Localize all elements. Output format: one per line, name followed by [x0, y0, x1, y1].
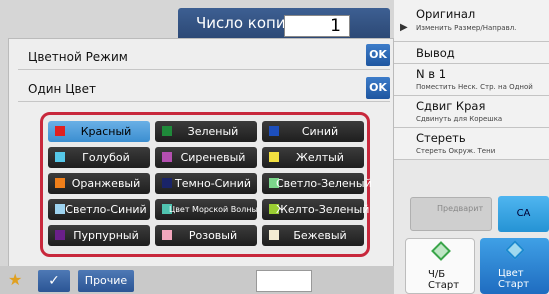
color-label: Синий	[301, 125, 339, 138]
single-color-row: Один Цвет	[18, 76, 390, 102]
color-label: Светло-Зеленый	[276, 177, 372, 190]
start-color-button[interactable]: Цвет Старт	[480, 238, 549, 294]
color-button-lilac[interactable]: Сиреневый	[155, 147, 257, 168]
copies-field[interactable]: 1	[284, 15, 350, 37]
right-item-erase[interactable]: Стереть Стереть Окруж. Тени	[394, 128, 549, 160]
color-label: Темно-Синий	[175, 177, 251, 190]
start-color-label: Цвет	[498, 268, 524, 279]
right-item-subtitle: Стереть Окруж. Тени	[416, 147, 496, 155]
start-bw-label: Старт	[428, 280, 460, 291]
color-mode-row: Цветной Режим	[18, 44, 390, 70]
color-label: Желто-Зеленый	[276, 203, 370, 216]
right-item-output[interactable]: Вывод	[394, 42, 549, 64]
star-icon[interactable]: ★	[8, 270, 22, 289]
right-item-subtitle: Поместить Неск. Стр. на Одной	[416, 83, 533, 91]
color-label: Голубой	[82, 151, 130, 164]
single-color-label: Один Цвет	[28, 82, 96, 96]
start-diamond-icon	[431, 241, 451, 261]
color-button-yellow-green[interactable]: Желто-Зеленый	[262, 199, 370, 220]
color-button-cyan[interactable]: Голубой	[48, 147, 150, 168]
color-mode-label: Цветной Режим	[28, 50, 128, 64]
color-button-orange[interactable]: Оранжевый	[48, 173, 150, 194]
color-button-beige[interactable]: Бежевый	[262, 225, 364, 246]
right-item-title: N в 1	[416, 67, 447, 81]
color-button-yellow[interactable]: Желтый	[262, 147, 364, 168]
color-label: Светло-Синий	[65, 203, 147, 216]
other-button[interactable]: Прочие	[78, 270, 134, 292]
color-label: Оранжевый	[71, 177, 141, 190]
right-item-title: Сдвиг Края	[416, 99, 486, 113]
preview-thumbnail	[256, 270, 312, 292]
right-item-title: Вывод	[416, 46, 455, 60]
color-label: Розовый	[188, 229, 238, 242]
ca-button[interactable]: CA	[498, 196, 549, 232]
right-item-subtitle: Сдвинуть для Корешка	[416, 115, 503, 123]
start-color-label: Старт	[498, 279, 530, 290]
color-button-blue[interactable]: Синий	[262, 121, 364, 142]
color-button-sea-wave[interactable]: Цвет Морской Волны	[155, 199, 258, 220]
ok-button-single-color[interactable]: OK	[366, 77, 390, 99]
color-palette: Красный Зеленый Синий Голубой Сиреневый …	[40, 112, 372, 257]
color-label: Красный	[80, 125, 132, 138]
ok-button-color-mode[interactable]: OK	[366, 44, 390, 66]
color-button-pink[interactable]: Розовый	[155, 225, 257, 246]
color-button-dark-blue[interactable]: Темно-Синий	[155, 173, 257, 194]
color-label: Зеленый	[187, 125, 239, 138]
color-label: Пурпурный	[73, 229, 139, 242]
checkmark-button[interactable]: ✓	[38, 270, 70, 292]
color-label: Желтый	[296, 151, 344, 164]
color-button-purple[interactable]: Пурпурный	[48, 225, 150, 246]
right-item-original[interactable]: ▶ Оригинал Изменить Размер/Направл.	[394, 0, 549, 42]
right-item-title: Стереть	[416, 131, 466, 145]
right-item-margin-shift[interactable]: Сдвиг Края Сдвинуть для Корешка	[394, 96, 549, 128]
preview-label: Предварит	[437, 204, 484, 213]
checkmark-icon: ✓	[48, 273, 60, 289]
start-bw-label: Ч/Б	[428, 269, 446, 280]
color-button-light-blue[interactable]: Светло-Синий	[48, 199, 150, 220]
copies-label: Число копий	[196, 14, 296, 32]
start-diamond-icon	[505, 240, 525, 260]
color-label: Цвет Морской Волны	[169, 205, 258, 214]
start-bw-button[interactable]: Ч/Б Старт	[405, 238, 475, 294]
color-button-red[interactable]: Красный	[48, 121, 150, 142]
right-item-subtitle: Изменить Размер/Направл.	[416, 24, 517, 32]
color-button-light-green[interactable]: Светло-Зеленый	[262, 173, 372, 194]
color-label: Бежевый	[293, 229, 347, 242]
color-label: Сиреневый	[180, 151, 246, 164]
color-button-green[interactable]: Зеленый	[155, 121, 257, 142]
right-item-n-in-1[interactable]: N в 1 Поместить Неск. Стр. на Одной	[394, 64, 549, 96]
right-item-title: Оригинал	[416, 7, 476, 21]
preview-button: Предварит	[410, 197, 492, 231]
arrow-icon: ▶	[400, 22, 408, 33]
